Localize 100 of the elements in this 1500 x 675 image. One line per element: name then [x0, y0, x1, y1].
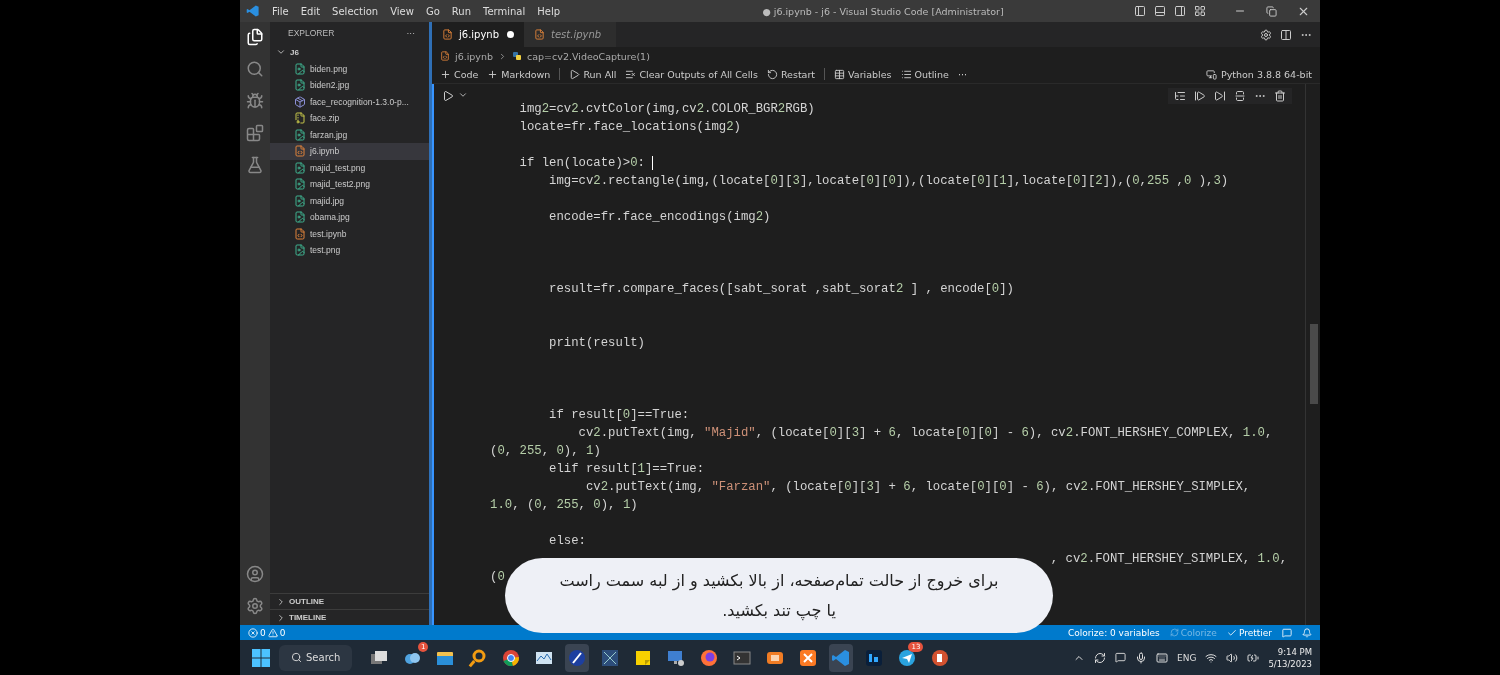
tab-label: test.ipynb	[551, 29, 602, 40]
error-count: 0	[260, 627, 266, 638]
explorer-item[interactable]: test.png	[270, 242, 429, 259]
code-line: print(result)	[548, 335, 645, 352]
editor-tab[interactable]: j6.ipynb	[432, 22, 524, 47]
settings-icon[interactable]	[246, 597, 264, 615]
panel-left-icon[interactable]	[1134, 5, 1146, 17]
windows-start-icon[interactable]	[252, 648, 270, 667]
explorer-item[interactable]: farzan.jpg	[270, 126, 429, 143]
kernel-icon	[1205, 68, 1217, 80]
palette-icon	[1169, 628, 1179, 637]
image-file-icon	[294, 178, 306, 191]
search-icon[interactable]	[246, 60, 264, 78]
restore-icon[interactable]	[1266, 5, 1277, 17]
code-line: if len(locate)>0:	[490, 154, 654, 172]
file-name: face_recognition-1.3.0-p...	[310, 96, 409, 107]
code-line: 1.0, (0, 255, 0), 1)	[490, 497, 638, 514]
explorer-item[interactable]: majid_test2.png	[270, 176, 429, 193]
run-above-icon[interactable]	[1174, 90, 1186, 102]
explorer-item[interactable]: obama.jpg	[270, 209, 429, 226]
mic-icon[interactable]	[1135, 651, 1147, 664]
feedback-icon[interactable]	[1282, 627, 1292, 638]
package-file-icon	[294, 95, 306, 108]
split-editor-icon[interactable]	[1280, 28, 1292, 41]
split-cell-icon[interactable]	[1234, 90, 1246, 102]
run-next-icon[interactable]	[1194, 90, 1206, 102]
menu-item[interactable]: Go	[419, 5, 446, 17]
more-button[interactable]: ···	[957, 68, 967, 80]
image-file-icon	[294, 194, 306, 207]
image-file-icon	[294, 161, 306, 174]
toolbar-button[interactable]: Markdown	[487, 68, 551, 80]
plus-icon	[440, 68, 451, 80]
file-name: farzan.jpg	[310, 129, 348, 140]
section-title: TIMELINE	[289, 613, 327, 622]
explorer-item[interactable]: biden2.jpg	[270, 77, 429, 94]
files-icon[interactable]	[246, 28, 264, 46]
menu-item[interactable]: Help	[531, 5, 567, 17]
file-name: majid_test.png	[310, 162, 366, 173]
list-icon	[900, 68, 912, 80]
sync-icon[interactable]	[1094, 651, 1106, 664]
trash-icon[interactable]	[1274, 90, 1286, 102]
toolbar-label: Restart	[780, 68, 816, 80]
status-item[interactable]: Colorize: 0 variables	[1067, 627, 1160, 638]
menu-item[interactable]: View	[384, 5, 420, 17]
image-file-icon	[294, 244, 306, 257]
check-icon	[1226, 627, 1237, 638]
panel-right-icon[interactable]	[1174, 5, 1186, 17]
menu-item[interactable]: Run	[445, 5, 477, 17]
explorer-item[interactable]: j6.ipynb	[270, 143, 429, 160]
message-icon[interactable]	[1115, 652, 1126, 663]
explorer-item[interactable]: face_recognition-1.3.0-p...	[270, 93, 429, 110]
restart-icon	[766, 68, 778, 80]
scrollbar-thumb[interactable]	[1310, 324, 1318, 404]
explorer-item[interactable]: majid_test.png	[270, 159, 429, 176]
battery-icon[interactable]	[1247, 651, 1260, 664]
explorer-item[interactable]: face.zip	[270, 110, 429, 127]
notebook-file-icon	[442, 29, 453, 40]
code-line: encode=fr.face_encodings(img2)	[548, 209, 771, 226]
settings-icon[interactable]	[1260, 28, 1272, 41]
toolbar-button[interactable]: Code	[440, 68, 479, 80]
toolbar-button[interactable]: Run All	[569, 68, 617, 80]
menu-item[interactable]: File	[266, 5, 295, 17]
run-below-icon[interactable]	[1214, 90, 1226, 102]
toolbar-label: Code	[454, 68, 479, 80]
extensions-icon[interactable]	[246, 124, 264, 142]
explorer-item[interactable]: biden.png	[270, 60, 429, 77]
file-name: test.png	[310, 245, 341, 256]
folder-row[interactable]: J6	[270, 44, 429, 61]
account-icon[interactable]	[246, 565, 264, 583]
toolbar-button[interactable]: Restart	[766, 68, 816, 80]
menu-item[interactable]: Edit	[294, 5, 327, 17]
editor-tab[interactable]: test.ipynb	[524, 22, 616, 47]
notebook-file-icon	[294, 227, 306, 240]
flask-icon[interactable]	[246, 156, 264, 174]
debug-icon[interactable]	[246, 92, 264, 110]
toolbar-button[interactable]: Outline	[900, 68, 949, 80]
toolbar-button[interactable]: Variables	[834, 68, 892, 80]
search-field[interactable]: Search	[279, 644, 353, 671]
problems-status[interactable]: 0 0	[248, 627, 286, 638]
breadcrumb-item[interactable]: j6.ipynb	[455, 50, 494, 62]
menu-item[interactable]: Terminal	[477, 5, 532, 17]
more-button[interactable]: ···	[406, 28, 415, 38]
bell-icon[interactable]	[1302, 627, 1312, 638]
volume-icon[interactable]	[1226, 651, 1239, 664]
panel-bottom-icon[interactable]	[1154, 5, 1166, 17]
notebook-file-icon	[534, 29, 545, 40]
explorer-item[interactable]: test.ipynb	[270, 225, 429, 242]
explorer-item[interactable]: majid.jpg	[270, 192, 429, 209]
wifi-icon[interactable]	[1205, 651, 1218, 664]
notification-text: برای خروج از حالت تمام‌صفحه، از بالا بکشید و از لبه سمت راست یا چپ تند بکشید.	[558, 569, 1000, 623]
layout-icon[interactable]	[1194, 5, 1206, 17]
code-line: else:	[548, 533, 586, 550]
menu-item[interactable]: Selection	[326, 5, 385, 17]
section-header[interactable]: OUTLINE	[270, 593, 429, 609]
keyboard-icon[interactable]	[1156, 651, 1168, 664]
language-indicator[interactable]: ENG	[1177, 652, 1197, 663]
image-file-icon	[294, 79, 306, 92]
breadcrumb-item[interactable]: cap=cv2.VideoCapture(1)	[527, 50, 650, 62]
status-item[interactable]: Prettier	[1226, 627, 1272, 638]
error-icon	[248, 627, 258, 638]
